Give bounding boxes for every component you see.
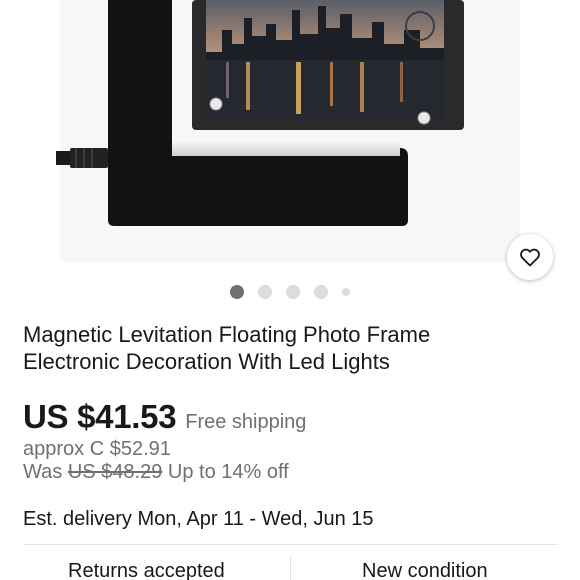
returns-accepted[interactable]: Returns accepted: [68, 560, 225, 580]
delivery-estimate: Est. delivery Mon, Apr 11 - Wed, Jun 15: [23, 508, 374, 530]
discount-label: Up to 14% off: [167, 461, 289, 483]
favorite-button[interactable]: [507, 234, 553, 280]
product-title-line: Magnetic Levitation Floating Photo Frame: [23, 322, 431, 347]
product-title-line: Electronic Decoration With Led Lights: [23, 349, 390, 374]
carousel-dot[interactable]: [342, 288, 350, 296]
floating-frame-illustration: [56, 0, 464, 226]
divider: [23, 544, 558, 545]
product-title: Magnetic Levitation Floating Photo Frame…: [23, 321, 543, 375]
item-condition[interactable]: New condition: [362, 560, 488, 580]
carousel-dot[interactable]: [230, 285, 244, 299]
divider: [290, 556, 291, 580]
was-label: Was: [23, 461, 63, 483]
price: US $41.53: [23, 398, 177, 435]
was-price: US $48.29: [67, 461, 163, 483]
shipping-info: Free shipping: [185, 411, 307, 433]
heart-outline-icon: [520, 248, 540, 267]
price-row: US $41.53 Free shipping: [23, 398, 306, 436]
was-price-row: Was US $48.29 Up to 14% off: [23, 461, 289, 484]
approx-price: approx C $52.91: [23, 438, 171, 460]
product-image[interactable]: [0, 0, 580, 275]
carousel-dot[interactable]: [286, 285, 300, 299]
carousel-dot[interactable]: [258, 285, 272, 299]
carousel-pagination: [0, 284, 580, 300]
carousel-dot[interactable]: [314, 285, 328, 299]
